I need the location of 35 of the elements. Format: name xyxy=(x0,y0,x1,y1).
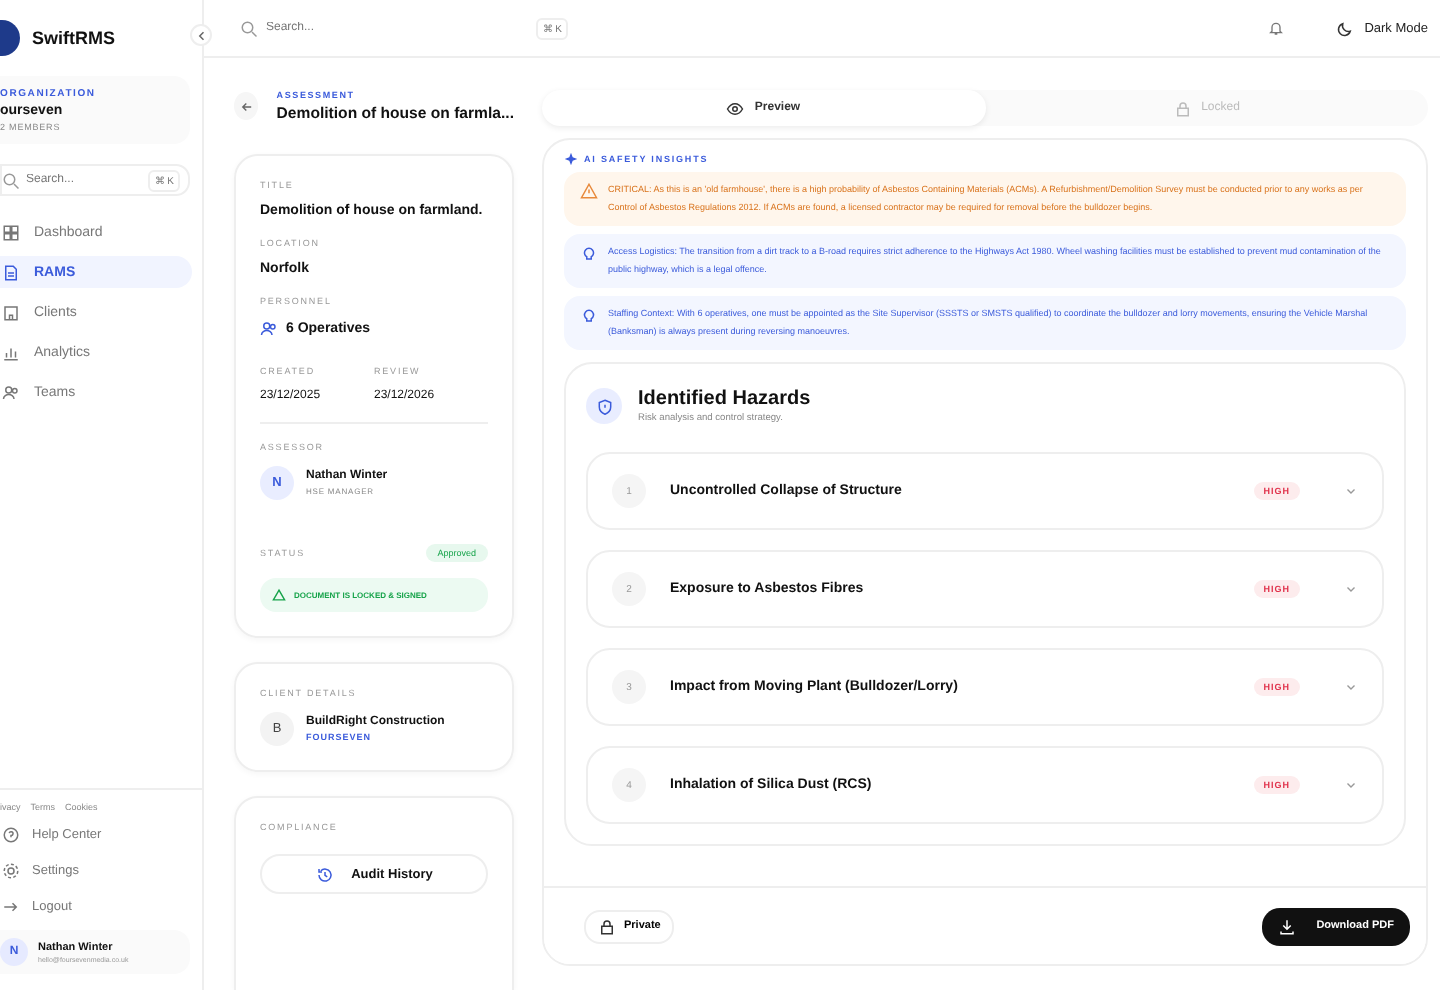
warning-triangle-icon xyxy=(272,588,286,602)
warning-triangle-icon xyxy=(580,182,598,200)
hazards-title: Identified Hazards xyxy=(638,388,811,410)
back-button[interactable] xyxy=(234,92,259,120)
search-icon xyxy=(2,171,20,189)
logout-icon xyxy=(2,898,20,916)
grid-icon xyxy=(2,223,20,241)
arrow-left-icon xyxy=(239,99,254,113)
moon-icon xyxy=(1336,19,1355,37)
people-icon xyxy=(260,320,278,338)
document-icon xyxy=(2,263,20,281)
lock-icon xyxy=(1173,99,1192,117)
history-icon xyxy=(315,865,334,883)
building-icon xyxy=(2,303,20,321)
chevron-down-icon xyxy=(1344,484,1358,498)
people-icon xyxy=(2,383,20,401)
chart-icon xyxy=(2,343,20,361)
chevron-down-icon xyxy=(1344,582,1358,596)
lock-icon xyxy=(598,917,616,935)
chevron-down-icon xyxy=(1344,680,1358,694)
search-icon xyxy=(240,19,258,37)
settings-icon xyxy=(2,862,20,880)
shield-icon xyxy=(586,388,622,424)
sparkle-icon xyxy=(564,152,578,166)
eye-icon xyxy=(726,99,745,117)
lightbulb-icon xyxy=(580,306,598,324)
chevron-left-icon xyxy=(195,29,207,41)
brand-name: SwiftRMS xyxy=(32,28,115,48)
logo-icon xyxy=(0,20,20,56)
download-icon xyxy=(1278,917,1297,935)
collapse-button[interactable] xyxy=(190,24,212,46)
notification-bell-icon[interactable] xyxy=(1268,20,1285,36)
chevron-down-icon xyxy=(1344,778,1358,792)
help-icon xyxy=(2,826,20,844)
lightbulb-icon xyxy=(580,244,598,262)
